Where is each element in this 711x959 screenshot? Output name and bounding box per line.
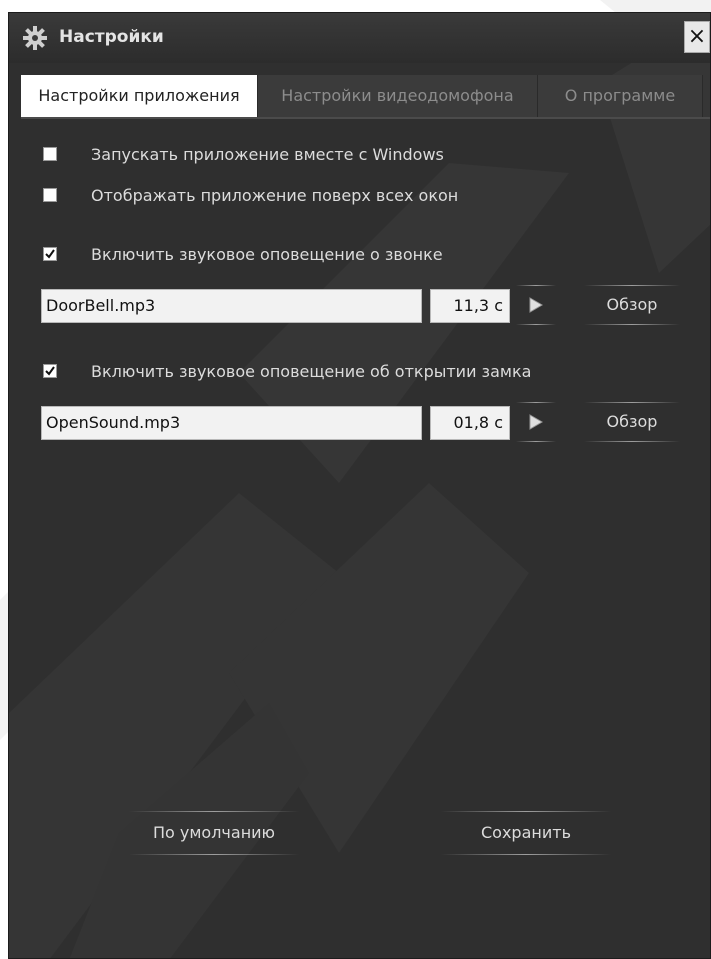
ring-sound-browse-button[interactable]: Обзор <box>584 285 680 325</box>
close-button[interactable]: × <box>684 21 710 53</box>
lock-sound-browse-label: Обзор <box>606 412 658 431</box>
ring-sound-label: Включить звуковое оповещение о звонке <box>91 244 443 264</box>
title-bar[interactable]: Настройки × <box>9 13 710 63</box>
ring-sound-checkbox[interactable] <box>43 247 57 261</box>
ring-sound-file-field[interactable]: DoorBell.mp3 <box>41 289 422 323</box>
ring-sound-option[interactable]: Включить звуковое оповещение о звонке <box>43 242 443 266</box>
defaults-label: По умолчанию <box>152 823 276 842</box>
play-icon <box>529 297 543 313</box>
autostart-label: Запускать приложение вместе с Windows <box>91 144 444 164</box>
ring-sound-duration: 11,3 с <box>430 289 510 323</box>
tab-divider <box>21 117 710 119</box>
settings-window: Настройки × Настройки приложения Настрой… <box>8 12 711 959</box>
checkmark-icon <box>45 249 55 259</box>
tab-about[interactable]: О программе <box>538 75 703 117</box>
defaults-button[interactable]: По умолчанию <box>129 811 299 855</box>
lock-sound-file-field[interactable]: OpenSound.mp3 <box>41 406 422 440</box>
save-label: Сохранить <box>481 823 571 842</box>
ring-sound-browse-label: Обзор <box>606 295 658 314</box>
tab-intercom-settings[interactable]: Настройки видеодомофона <box>258 75 538 117</box>
lock-sound-option[interactable]: Включить звуковое оповещение об открытии… <box>43 359 531 383</box>
lock-sound-label: Включить звуковое оповещение об открытии… <box>91 361 532 381</box>
window-title: Настройки <box>59 27 164 47</box>
autostart-option[interactable]: Запускать приложение вместе с Windows <box>43 142 444 166</box>
save-button[interactable]: Сохранить <box>441 811 611 855</box>
tab-bar: Настройки приложения Настройки видеодомо… <box>21 75 710 117</box>
tab-app-settings[interactable]: Настройки приложения <box>21 75 258 117</box>
on-top-option[interactable]: Отображать приложение поверх всех окон <box>43 183 458 207</box>
ring-sound-play-button[interactable] <box>516 285 556 325</box>
on-top-label: Отображать приложение поверх всех окон <box>91 185 459 205</box>
lock-sound-play-button[interactable] <box>516 402 556 442</box>
gear-icon <box>23 26 47 50</box>
close-icon: × <box>687 24 707 49</box>
play-icon <box>529 414 543 430</box>
autostart-checkbox[interactable] <box>43 147 57 161</box>
on-top-checkbox[interactable] <box>43 188 57 202</box>
checkmark-icon <box>45 366 55 376</box>
lock-sound-browse-button[interactable]: Обзор <box>584 402 680 442</box>
lock-sound-duration: 01,8 с <box>430 406 510 440</box>
lock-sound-checkbox[interactable] <box>43 364 57 378</box>
